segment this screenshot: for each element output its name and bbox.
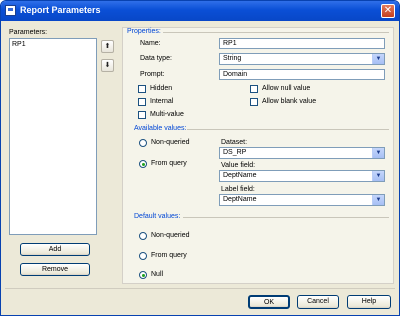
default-nonqueried-label: Non-queried [151,232,190,239]
datatype-select[interactable]: String ▼ [219,53,385,65]
labelfield-select[interactable]: DeptName ▼ [219,194,385,206]
labelfield-value: DeptName [223,196,257,203]
default-values-divider [183,217,389,218]
report-parameters-dialog: Report Parameters ✕ Parameters: RP1 ⬆ ⬇ … [0,0,400,316]
available-values-divider [187,129,389,130]
name-label: Name: [140,40,161,47]
available-values-section-label: Available values: [134,125,187,132]
parameters-list[interactable]: RP1 [9,38,97,235]
hidden-label: Hidden [150,85,173,92]
prompt-label: Prompt: [140,71,165,78]
allow-null-label: Allow null value [262,85,311,92]
datatype-value: String [223,55,242,62]
internal-label: Internal [150,98,174,105]
chevron-down-icon[interactable]: ▼ [372,54,384,64]
default-null-radio[interactable] [139,271,147,279]
move-up-button[interactable]: ⬆ [101,40,114,53]
default-fromquery-label: From query [151,252,187,259]
arrow-down-icon: ⬇ [104,61,111,69]
valuefield-select[interactable]: DeptName ▼ [219,170,385,182]
dataset-value: DS_RP [223,149,247,156]
parameters-label: Parameters: [9,29,48,36]
properties-divider [163,32,389,33]
available-fromquery-label: From query [151,160,187,167]
multivalue-label: Multi-value [150,111,184,118]
chevron-down-icon[interactable]: ▼ [372,171,384,181]
move-down-button[interactable]: ⬇ [101,59,114,72]
help-button[interactable]: Help [347,295,391,309]
default-fromquery-radio[interactable] [139,252,147,260]
allow-blank-checkbox[interactable] [250,98,258,106]
ok-button[interactable]: OK [248,295,290,309]
parameter-item-rp1[interactable]: RP1 [10,39,96,50]
title-bar[interactable]: Report Parameters ✕ [1,1,399,21]
close-button[interactable]: ✕ [381,4,395,18]
available-nonqueried-radio[interactable] [139,139,147,147]
chevron-down-icon[interactable]: ▼ [372,148,384,158]
dataset-label: Dataset: [221,139,248,146]
app-icon [5,5,16,16]
window-title: Report Parameters [20,5,101,15]
datatype-label: Data type: [140,55,172,62]
default-nonqueried-radio[interactable] [139,232,147,240]
remove-button[interactable]: Remove [20,263,90,276]
hidden-checkbox[interactable] [138,85,146,93]
footer-divider [5,288,395,289]
chevron-down-icon[interactable]: ▼ [372,195,384,205]
valuefield-value: DeptName [223,172,257,179]
default-null-label: Null [151,271,164,278]
allow-null-checkbox[interactable] [250,85,258,93]
available-fromquery-radio[interactable] [139,160,147,168]
internal-checkbox[interactable] [138,98,146,106]
default-values-section-label: Default values: [134,213,181,220]
dataset-select[interactable]: DS_RP ▼ [219,147,385,159]
available-nonqueried-label: Non-queried [151,139,190,146]
name-input[interactable]: RP1 [219,38,385,49]
properties-section-label: Properties: [127,28,161,35]
cancel-button[interactable]: Cancel [297,295,339,309]
allow-blank-label: Allow blank value [262,98,317,105]
valuefield-label: Value field: [221,162,256,169]
labelfield-label: Label field: [221,186,255,193]
arrow-up-icon: ⬆ [104,42,111,50]
multivalue-checkbox[interactable] [138,111,146,119]
prompt-input[interactable]: Domain [219,69,385,80]
add-button[interactable]: Add [20,243,90,256]
